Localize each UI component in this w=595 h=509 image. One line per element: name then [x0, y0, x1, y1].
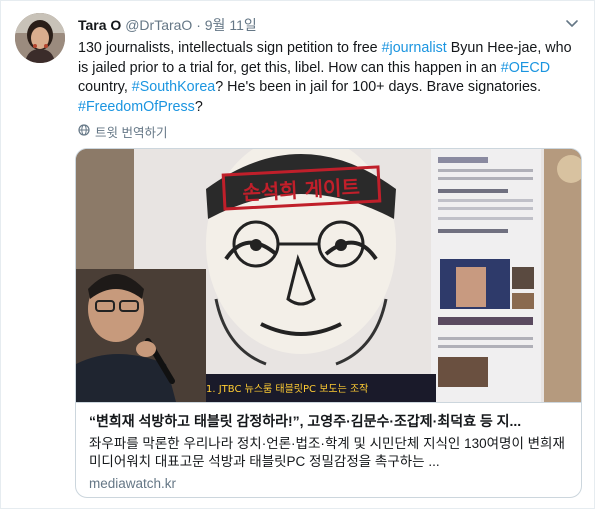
- translate-tweet-link[interactable]: 트윗 번역하기: [78, 122, 167, 141]
- card-image[interactable]: 손석희 게이트 1. JTBC 뉴스룸 태블릿PC 보도는 조작: [76, 149, 581, 402]
- author-handle[interactable]: @DrTaraO: [125, 17, 192, 33]
- tweet-text-segment: 130 journalists, intellectuals sign peti…: [78, 40, 382, 56]
- hashtag-freedomofpress[interactable]: #FreedomOfPress: [78, 99, 195, 115]
- hashtag-southkorea[interactable]: #SouthKorea: [132, 79, 215, 95]
- tweet-container[interactable]: Tara O @DrTaraO · 9월 11일 130 journalists…: [0, 0, 595, 509]
- tweet-text-segment: country,: [78, 79, 132, 95]
- author-name[interactable]: Tara O: [78, 17, 121, 33]
- avatar[interactable]: [15, 13, 65, 63]
- separator-dot: ·: [196, 17, 201, 33]
- tweet-text: 130 journalists, intellectuals sign peti…: [78, 39, 583, 117]
- card-body[interactable]: “변희재 석방하고 태블릿 감정하라!”, 고영주·김문수·조갑제·최덕효 등 …: [76, 402, 581, 497]
- card-image-slide-text: 1. JTBC 뉴스룸 태블릿PC 보도는 조작: [206, 383, 368, 395]
- translate-label: 트윗 번역하기: [95, 126, 168, 140]
- tweet-text-segment: ? He's been in jail for 100+ days. Brave…: [215, 79, 542, 95]
- link-card[interactable]: 손석희 게이트 1. JTBC 뉴스룸 태블릿PC 보도는 조작 “변희재 석방…: [75, 148, 582, 498]
- card-description: 좌우파를 막론한 우리나라 정치·언론·법조·학계 및 시민단체 지식인 130…: [89, 436, 565, 469]
- tweet-date[interactable]: 9월 11일: [205, 17, 257, 33]
- globe-icon: [78, 124, 90, 139]
- card-title[interactable]: “변희재 석방하고 태블릿 감정하라!”, 고영주·김문수·조갑제·최덕효 등 …: [89, 412, 571, 430]
- card-domain: mediawatch.kr: [89, 476, 177, 491]
- hashtag-oecd[interactable]: #OECD: [501, 60, 550, 76]
- hashtag-journalist[interactable]: #journalist: [382, 40, 447, 56]
- chevron-down-icon[interactable]: [564, 15, 580, 31]
- tweet-text-segment: ?: [194, 98, 203, 115]
- tweet-header: Tara O @DrTaraO · 9월 11일: [78, 15, 257, 35]
